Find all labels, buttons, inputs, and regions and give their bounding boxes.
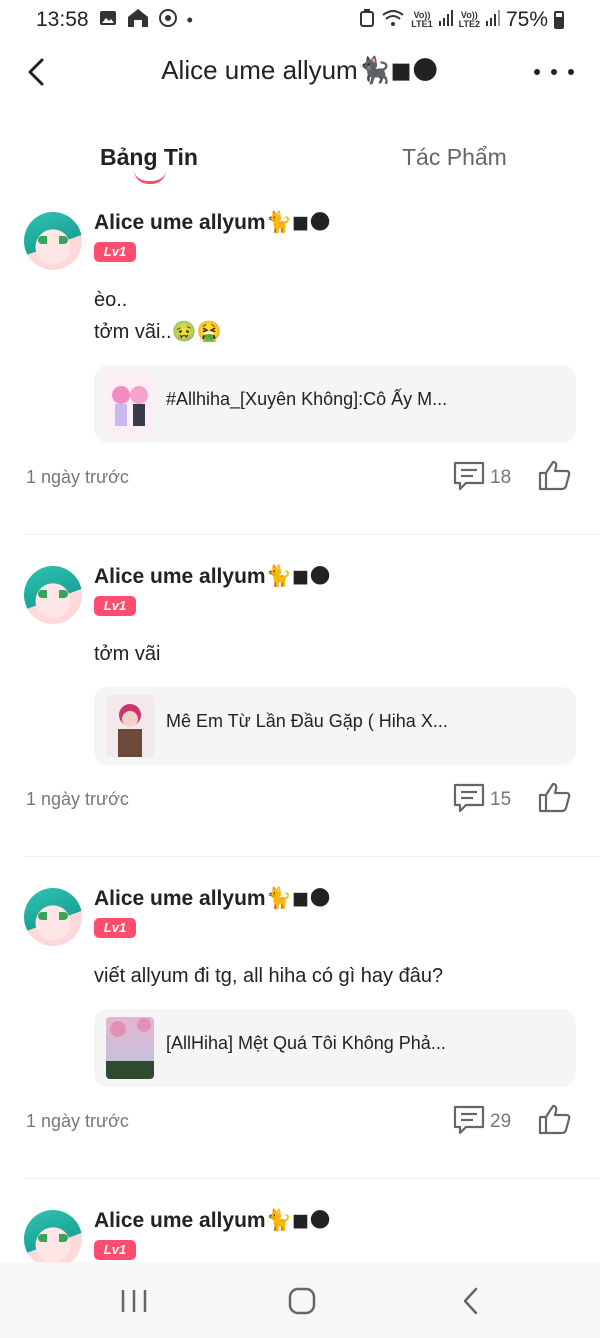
recents-icon	[121, 1290, 147, 1312]
comment-button[interactable]	[452, 1104, 486, 1136]
work-title: [AllHiha] Mệt Quá Tôi Không Phả...	[166, 1033, 446, 1053]
lte1-label: Vo)) LTE1	[411, 10, 433, 29]
post-text: tởm vãi	[94, 638, 160, 670]
avatar[interactable]	[24, 566, 82, 624]
status-left: 13:58 •	[36, 8, 193, 33]
post-text: èo.. tởm vãi..🤢🤮	[94, 284, 221, 348]
comment-icon	[453, 461, 485, 491]
status-right: Vo)) LTE1 Vo)) LTE2 75%	[359, 8, 564, 32]
level-badge: Lv1	[94, 1240, 136, 1260]
home-button[interactable]	[282, 1284, 322, 1318]
work-card[interactable]: Mê Em Từ Lần Đầu Gặp ( Hiha X...	[94, 687, 576, 765]
comment-count: 18	[490, 467, 512, 488]
thumbs-up-icon	[538, 1104, 571, 1135]
work-title: Mê Em Từ Lần Đầu Gặp ( Hiha X...	[166, 711, 448, 731]
like-button[interactable]	[538, 459, 572, 491]
gallery-icon	[99, 9, 117, 32]
comment-button[interactable]	[452, 782, 486, 814]
post-text-line: tởm vãi..🤢🤮	[94, 321, 222, 343]
work-card[interactable]: #Allhiha_[Xuyên Không]:Cô Ấy M...	[94, 365, 576, 443]
like-button[interactable]	[538, 781, 572, 813]
work-thumbnail	[106, 1017, 154, 1079]
comment-count: 15	[490, 789, 512, 810]
comment-icon	[453, 1105, 485, 1135]
thumbs-up-icon	[538, 782, 571, 813]
divider	[24, 856, 600, 857]
signal2-icon	[485, 9, 500, 31]
post-text: viết allyum đi tg, all hiha có gì hay đâ…	[94, 960, 443, 992]
avatar[interactable]	[24, 888, 82, 946]
header: Alice ume allyum🐈‍⬛◼🌑	[0, 40, 600, 104]
comment-button[interactable]	[452, 460, 486, 492]
chrome-icon	[158, 8, 177, 32]
system-nav-bar	[0, 1262, 600, 1338]
home-status-icon	[127, 8, 149, 33]
work-card[interactable]: [AllHiha] Mệt Quá Tôi Không Phả...	[94, 1009, 576, 1087]
battery-icon	[554, 11, 564, 29]
level-badge: Lv1	[94, 918, 136, 938]
divider	[24, 1178, 600, 1179]
comment-count: 29	[490, 1111, 512, 1132]
status-bar: 13:58 • Vo)) LTE1 Vo)) LTE2 75%	[0, 0, 600, 40]
signal1-icon	[438, 9, 453, 31]
tab-works[interactable]: Tác Phẩm	[402, 144, 507, 171]
chevron-left-icon	[463, 1287, 478, 1315]
tab-active-indicator	[134, 170, 166, 184]
comment-icon	[453, 783, 485, 813]
post-author[interactable]: Alice ume allyum🐈◼🌑	[94, 210, 331, 235]
work-thumbnail	[106, 695, 154, 757]
system-back-button[interactable]	[452, 1284, 492, 1318]
avatar[interactable]	[24, 1210, 82, 1268]
status-time: 13:58	[36, 8, 89, 31]
post-time: 1 ngày trước	[26, 1111, 129, 1131]
work-thumbnail	[106, 373, 154, 435]
post-text-line: viết allyum đi tg, all hiha có gì hay đâ…	[94, 965, 444, 987]
dot-icon	[534, 69, 540, 75]
wifi-icon	[381, 9, 405, 32]
dot-icon	[551, 69, 557, 75]
more-options-button[interactable]	[534, 54, 574, 90]
recents-button[interactable]	[114, 1284, 154, 1318]
tab-feed[interactable]: Bảng Tin	[100, 144, 198, 171]
thumbs-up-icon	[538, 460, 571, 491]
divider	[24, 534, 600, 535]
post-author[interactable]: Alice ume allyum🐈◼🌑	[94, 1208, 331, 1233]
post-text-line: èo..	[94, 289, 128, 311]
lte2-label: Vo)) LTE2	[458, 10, 480, 29]
post-time: 1 ngày trước	[26, 789, 129, 809]
avatar[interactable]	[24, 212, 82, 270]
dot-icon	[568, 69, 574, 75]
like-button[interactable]	[538, 1103, 572, 1135]
tab-bar: Bảng Tin Tác Phẩm	[0, 138, 600, 198]
notification-dot-icon: •	[186, 9, 193, 30]
work-title: #Allhiha_[Xuyên Không]:Cô Ấy M...	[166, 389, 448, 409]
post-time: 1 ngày trước	[26, 467, 129, 487]
battery-percent: 75%	[505, 8, 548, 31]
post-text-line: tởm vãi	[94, 643, 161, 665]
recycle-icon	[359, 8, 375, 32]
post-author[interactable]: Alice ume allyum🐈◼🌑	[94, 886, 331, 911]
home-icon	[288, 1287, 316, 1315]
level-badge: Lv1	[94, 596, 136, 616]
post-author[interactable]: Alice ume allyum🐈◼🌑	[94, 564, 331, 589]
page-title: Alice ume allyum🐈‍⬛◼🌑	[161, 55, 439, 85]
level-badge: Lv1	[94, 242, 136, 262]
